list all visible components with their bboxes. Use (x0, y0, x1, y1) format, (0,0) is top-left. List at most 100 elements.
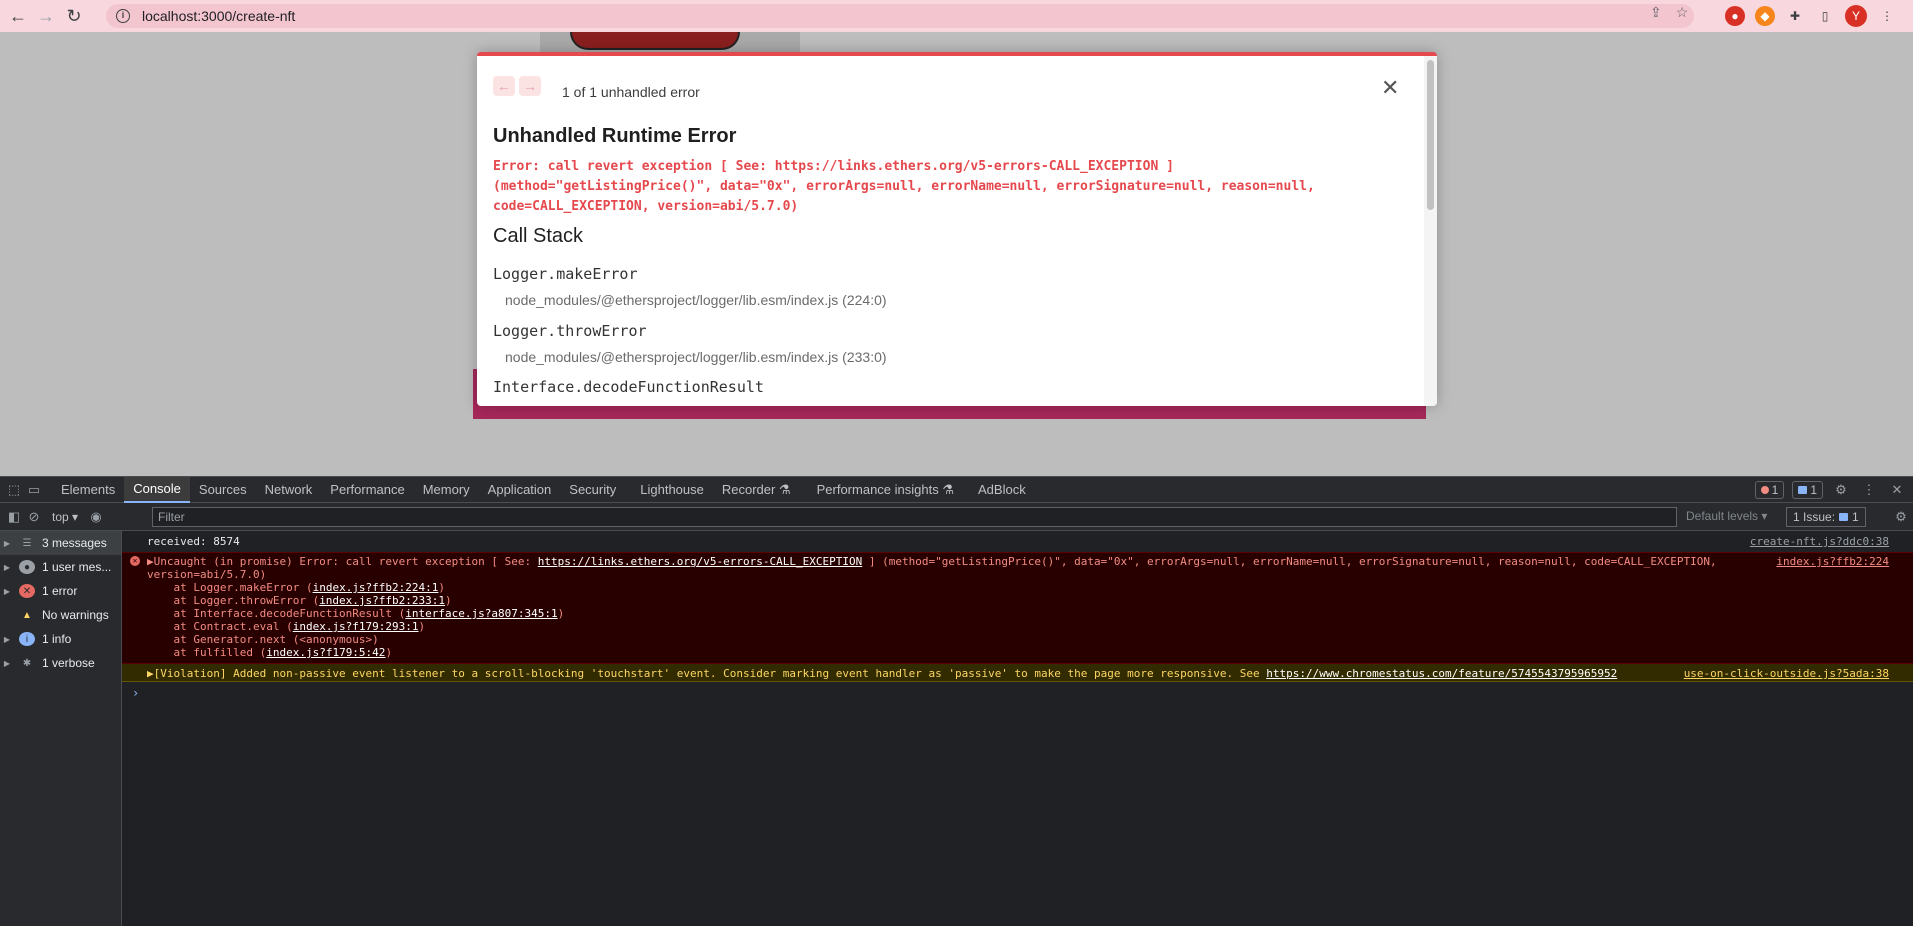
metamask-extension-icon[interactable]: ◆ (1755, 6, 1775, 26)
sidebar-item-label: No warnings (42, 608, 109, 622)
list-icon: ☰ (22, 537, 32, 549)
stack-frame-function[interactable]: Logger.throwError (493, 322, 647, 340)
violation-message[interactable]: ▶[Violation] Added non-passive event lis… (147, 667, 1617, 680)
clear-console-icon[interactable]: ⊘ (24, 507, 44, 527)
message-badge-count: 1 (1810, 483, 1817, 497)
page-viewport: ← → 1 of 1 unhandled error ✕ Unhandled R… (0, 32, 1913, 476)
extensions-puzzle-icon[interactable]: ✚ (1785, 6, 1805, 26)
error-icon: ✕ (19, 584, 35, 598)
console-prompt[interactable]: › (132, 686, 139, 700)
sidebar-item-label: 1 user mes... (42, 560, 112, 574)
console-sidebar: ▶ ☰ 3 messages ▶ ● 1 user mes... ▶ ✕ 1 error ▲… (0, 531, 122, 926)
error-message-line[interactable]: ▶Uncaught (in promise) Error: call rever… (147, 555, 1717, 568)
log-source-link[interactable]: create-nft.js?ddc0:38 (1750, 535, 1889, 548)
stack-frame-location[interactable]: node_modules/@ethersproject/logger/lib.e… (505, 292, 887, 308)
browser-menu-icon[interactable]: ⋮ (1877, 6, 1897, 26)
tab-security[interactable]: Security (560, 477, 625, 503)
adblock-extension-icon[interactable]: ● (1725, 6, 1745, 26)
error-doc-link[interactable]: https://links.ethers.org/v5-errors-CALL_… (538, 555, 863, 568)
address-bar[interactable]: i localhost:3000/create-nft (106, 4, 1694, 28)
device-toolbar-icon[interactable]: ▭ (24, 480, 44, 500)
info-icon: i (19, 632, 35, 646)
sidebar-item-messages[interactable]: ▶ ☰ 3 messages (0, 531, 121, 555)
overlay-scrollbar-thumb[interactable] (1427, 60, 1434, 210)
stack-link[interactable]: index.js?ffb2:224:1 (313, 581, 439, 594)
tab-elements[interactable]: Elements (52, 477, 124, 503)
inspect-element-icon[interactable]: ⬚ (4, 480, 24, 500)
console-violation-row: ▶[Violation] Added non-passive event lis… (122, 664, 1913, 682)
error-source-link[interactable]: index.js?ffb2:224 (1776, 555, 1889, 568)
message-count-badge[interactable]: 1 (1792, 481, 1823, 499)
tab-lighthouse[interactable]: Lighthouse (631, 477, 713, 503)
back-arrow-icon[interactable]: ← (4, 2, 32, 30)
stack-frame-function[interactable]: Interface.decodeFunctionResult (493, 378, 764, 396)
violation-source-link[interactable]: use-on-click-outside.js?5ada:38 (1684, 667, 1889, 680)
stack-link[interactable]: index.js?f179:5:42 (266, 646, 385, 659)
reload-icon[interactable]: ↻ (60, 2, 88, 30)
page-image-hint (540, 32, 800, 52)
profile-avatar[interactable]: Y (1845, 5, 1867, 27)
issue-icon (1839, 513, 1849, 521)
close-icon[interactable]: ✕ (1381, 77, 1399, 99)
tab-application[interactable]: Application (479, 477, 561, 503)
close-devtools-icon[interactable]: ✕ (1887, 480, 1907, 500)
sidebar-toggle-icon[interactable]: ◧ (4, 507, 24, 527)
sidebar-item-label: 1 info (42, 632, 72, 646)
error-count-badge[interactable]: 1 (1754, 481, 1785, 499)
stack-line: at Logger.makeError (index.js?ffb2:224:1… (147, 581, 446, 594)
message-icon (1798, 486, 1808, 494)
devtools-tabbar: ⬚ ▭ Elements Console Sources Network Per… (0, 476, 1913, 503)
tab-memory[interactable]: Memory (414, 477, 479, 503)
settings-gear-icon[interactable]: ⚙ (1831, 480, 1851, 500)
console-filter-input[interactable]: Filter (152, 507, 1677, 527)
stack-line: at Logger.throwError (index.js?ffb2:233:… (147, 594, 452, 607)
side-panel-icon[interactable]: ▯ (1815, 6, 1835, 26)
sidebar-item-errors[interactable]: ▶ ✕ 1 error (0, 579, 121, 603)
log-levels-dropdown[interactable]: Default levels ▾ (1686, 509, 1767, 523)
console-error-row: ✕ ▶Uncaught (in promise) Error: call rev… (122, 552, 1913, 664)
console-settings-gear-icon[interactable]: ⚙ (1891, 507, 1911, 527)
more-options-icon[interactable]: ⋮ (1859, 480, 1879, 500)
issues-label: 1 Issue: (1793, 510, 1836, 524)
call-stack-heading: Call Stack (493, 225, 584, 247)
error-dot-icon (1760, 486, 1769, 494)
sidebar-item-verbose[interactable]: ▶ ✱ 1 verbose (0, 651, 121, 675)
sidebar-item-info[interactable]: ▶ i 1 info (0, 627, 121, 651)
tab-performance[interactable]: Performance (321, 477, 413, 503)
tab-console[interactable]: Console (124, 476, 190, 503)
sidebar-item-user-messages[interactable]: ▶ ● 1 user mes... (0, 555, 121, 579)
context-selector[interactable]: top ▾ (52, 510, 78, 524)
prev-error-button[interactable]: ← (493, 76, 515, 96)
tab-performance-insights[interactable]: Performance insights ⚗ (808, 477, 963, 503)
stack-link[interactable]: index.js?f179:293:1 (293, 620, 419, 633)
tab-recorder[interactable]: Recorder ⚗ (713, 477, 800, 503)
stack-link[interactable]: index.js?ffb2:233:1 (319, 594, 445, 607)
console-output[interactable]: received: 8574 create-nft.js?ddc0:38 ✕ ▶… (122, 531, 1913, 926)
url-text[interactable]: localhost:3000/create-nft (142, 8, 295, 24)
stack-frame-function[interactable]: Logger.makeError (493, 265, 638, 283)
next-error-button[interactable]: → (519, 76, 541, 96)
sidebar-item-warnings[interactable]: ▲ No warnings (0, 603, 121, 627)
live-expression-eye-icon[interactable]: ◉ (86, 507, 106, 527)
site-info-icon[interactable]: i (116, 9, 130, 23)
log-message: received: 8574 (147, 535, 240, 548)
browser-toolbar: ← → ↻ i localhost:3000/create-nft ⇪ ☆ ● … (0, 0, 1913, 32)
stack-line: at fulfilled (index.js?f179:5:42) (147, 646, 393, 659)
stack-line: at Generator.next (<anonymous>) (147, 633, 379, 646)
sidebar-item-label: 1 error (42, 584, 78, 598)
share-icon[interactable]: ⇪ (1650, 4, 1662, 21)
stack-link[interactable]: interface.js?a807:345:1 (405, 607, 557, 620)
bookmark-star-icon[interactable]: ☆ (1676, 4, 1689, 21)
forward-arrow-icon[interactable]: → (32, 2, 60, 30)
tab-adblock[interactable]: AdBlock (969, 477, 1035, 503)
stack-line: at Contract.eval (index.js?f179:293:1) (147, 620, 426, 633)
issues-button[interactable]: 1 Issue: 1 (1786, 507, 1866, 527)
error-title: Unhandled Runtime Error (493, 125, 737, 147)
tab-sources[interactable]: Sources (190, 477, 256, 503)
violation-link[interactable]: https://www.chromestatus.com/feature/574… (1266, 667, 1617, 680)
stack-frame-location[interactable]: node_modules/@ethersproject/logger/lib.e… (505, 349, 887, 365)
error-icon: ✕ (130, 556, 140, 566)
error-message-line: version=abi/5.7.0) (147, 568, 267, 581)
stack-line: at Interface.decodeFunctionResult (inter… (147, 607, 565, 620)
tab-network[interactable]: Network (256, 477, 322, 503)
